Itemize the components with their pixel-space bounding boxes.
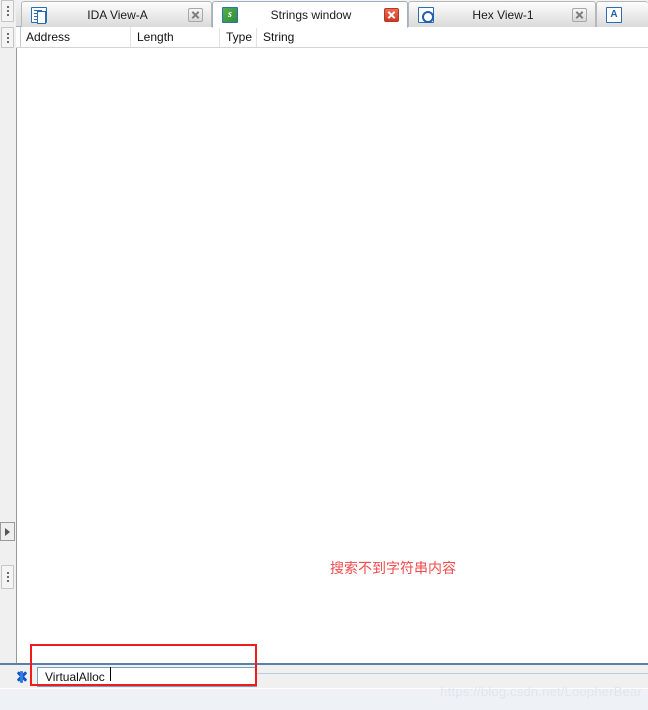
left-rail — [0, 0, 16, 710]
text-caret — [110, 667, 111, 681]
tab-close-button[interactable] — [384, 7, 399, 22]
column-header-type[interactable]: Type — [220, 27, 257, 47]
column-header-address[interactable]: Address — [20, 27, 131, 47]
empty-result-message: 搜索不到字符串内容 — [330, 561, 456, 577]
quick-filter-input[interactable] — [37, 667, 257, 687]
tab-ida-view-a[interactable]: IDA View-A — [21, 1, 212, 27]
column-header-row: Address Length Type String — [16, 27, 648, 48]
rail-grip-header[interactable] — [1, 27, 14, 48]
chevron-right-icon — [5, 527, 10, 536]
column-header-string[interactable]: String — [257, 27, 648, 47]
grip-dots-icon — [7, 32, 9, 43]
quick-filter-cancel-icon[interactable] — [15, 670, 29, 684]
tab-label: Strings window — [270, 7, 352, 22]
quick-filter-divider — [257, 673, 648, 674]
pane-splitter-expand[interactable] — [0, 522, 15, 541]
hex-view-icon — [418, 6, 434, 23]
tab-hex-view-1[interactable]: Hex View-1 — [408, 1, 596, 27]
tab-label: Hex View-1 — [472, 7, 534, 22]
grip-dots-icon — [7, 6, 9, 16]
rail-grip-bottom[interactable] — [1, 565, 14, 589]
tab-strings-window[interactable]: Strings window — [212, 1, 408, 28]
ida-strings-window: IDA View-A Strings window Hex View-1 Add… — [0, 0, 648, 710]
tab-close-button[interactable] — [572, 7, 587, 22]
watermark-text: https://blog.csdn.net/LoopherBear — [440, 684, 642, 699]
strings-list-pane[interactable]: 搜索不到字符串内容 — [16, 48, 648, 663]
strings-icon — [222, 6, 238, 23]
grip-dots-icon — [7, 572, 9, 582]
tab-strip: IDA View-A Strings window Hex View-1 — [16, 0, 648, 28]
tab-close-button[interactable] — [188, 7, 203, 22]
rail-grip-top[interactable] — [1, 0, 14, 22]
document-icon — [31, 6, 47, 24]
tab-imports[interactable] — [596, 1, 648, 27]
tab-label: IDA View-A — [87, 7, 148, 22]
column-header-length[interactable]: Length — [131, 27, 220, 47]
imports-icon — [606, 6, 622, 23]
